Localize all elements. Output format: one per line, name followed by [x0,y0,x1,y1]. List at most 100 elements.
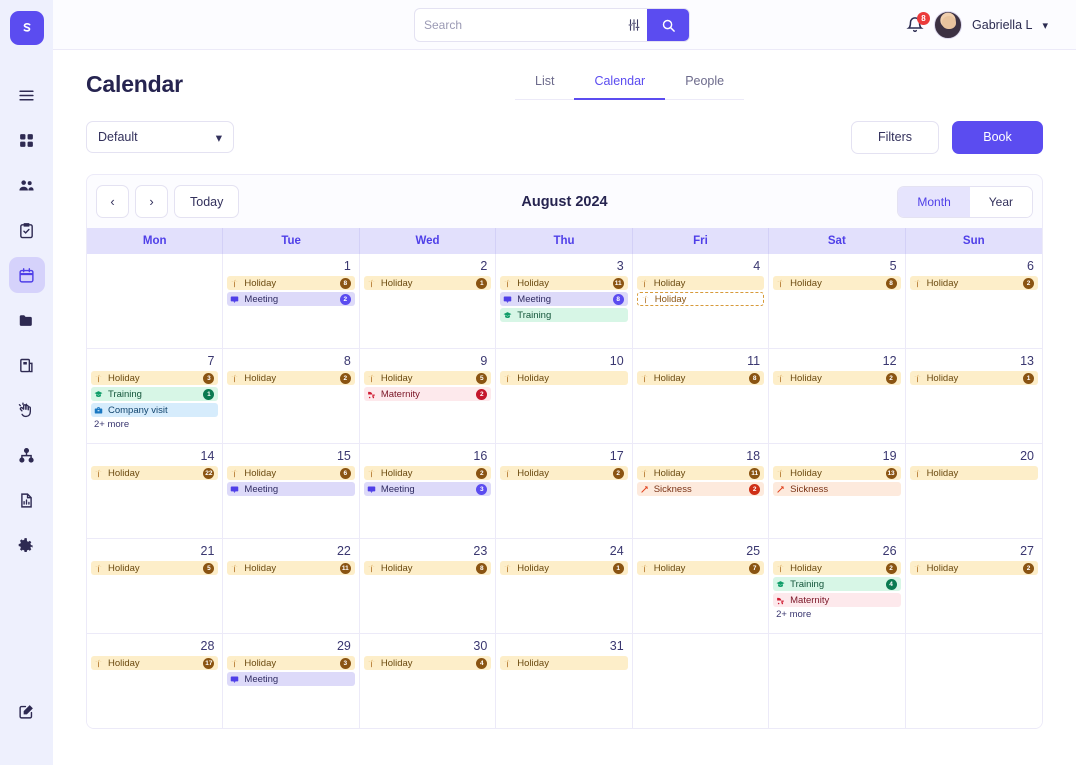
event-chip-holiday[interactable]: Holiday11 [637,466,764,480]
search-input[interactable] [415,9,621,41]
event-chip-holiday[interactable]: Holiday1 [500,561,627,575]
sidebar-item-tasks[interactable] [9,212,45,248]
more-events-link[interactable]: 2+ more [773,609,900,620]
event-chip-holiday[interactable]: Holiday1 [364,276,491,290]
sidebar-item-reports[interactable] [9,482,45,518]
event-chip-holiday[interactable]: Holiday4 [364,656,491,670]
event-chip-holiday[interactable]: Holiday11 [227,561,354,575]
event-chip-holiday[interactable]: Holiday [637,276,764,290]
calendar-day-cell[interactable]: 11Holiday8 [633,349,769,443]
event-chip-holiday[interactable]: Holiday11 [500,276,627,290]
calendar-day-cell[interactable]: 26Holiday2Training4Maternity2+ more [769,539,905,633]
today-button[interactable]: Today [174,185,239,218]
view-month-option[interactable]: Month [898,187,969,217]
event-chip-holiday[interactable]: Holiday7 [637,561,764,575]
event-chip-meeting[interactable]: Meeting [227,672,354,686]
event-chip-meeting[interactable]: Meeting8 [500,292,627,306]
event-chip-meeting[interactable]: Meeting2 [227,292,354,306]
event-chip-holiday[interactable]: Holiday2 [773,371,900,385]
sliders-icon[interactable] [621,9,647,41]
event-chip-training[interactable]: Training1 [91,387,218,401]
event-chip-holiday[interactable]: Holiday8 [773,276,900,290]
event-chip-holiday[interactable]: Holiday2 [910,276,1038,290]
book-button[interactable]: Book [952,121,1043,154]
event-chip-holiday[interactable]: Holiday3 [91,371,218,385]
calendar-day-cell[interactable]: 9Holiday5Maternity2 [360,349,496,443]
sidebar-item-files[interactable] [9,302,45,338]
calendar-day-cell[interactable]: 23Holiday8 [360,539,496,633]
calendar-day-cell[interactable]: 30Holiday4 [360,634,496,728]
calendar-day-cell[interactable]: 24Holiday1 [496,539,632,633]
calendar-day-cell[interactable]: 21Holiday5 [87,539,223,633]
calendar-day-cell[interactable]: 31Holiday [496,634,632,728]
event-chip-holiday[interactable]: Holiday2 [910,561,1038,575]
event-chip-holiday[interactable]: Holiday2 [364,466,491,480]
event-chip-holiday[interactable]: Holiday8 [227,276,354,290]
tab-calendar[interactable]: Calendar [574,66,665,100]
event-chip-holiday[interactable]: Holiday2 [500,466,627,480]
calendar-day-cell[interactable]: 3Holiday11Meeting8Training [496,254,632,348]
sidebar-item-recognition[interactable] [9,392,45,428]
avatar[interactable] [934,11,962,39]
event-chip-holiday[interactable]: Holiday [637,292,764,306]
sidebar-item-people[interactable] [9,167,45,203]
calendar-day-cell[interactable]: 4HolidayHoliday [633,254,769,348]
calendar-day-cell[interactable]: 5Holiday8 [769,254,905,348]
event-chip-holiday[interactable]: Holiday6 [227,466,354,480]
search-button[interactable] [647,9,689,41]
calendar-day-cell[interactable]: 7Holiday3Training1Company visit2+ more [87,349,223,443]
calendar-day-cell[interactable]: 25Holiday7 [633,539,769,633]
event-chip-holiday[interactable]: Holiday2 [773,561,900,575]
event-chip-holiday[interactable]: Holiday17 [91,656,218,670]
event-chip-holiday[interactable]: Holiday2 [227,371,354,385]
event-chip-holiday[interactable]: Holiday [910,466,1038,480]
next-month-button[interactable]: › [135,185,168,218]
calendar-day-cell[interactable]: 12Holiday2 [769,349,905,443]
event-chip-holiday[interactable]: Holiday8 [637,371,764,385]
calendar-day-cell[interactable]: 15Holiday6Meeting [223,444,359,538]
event-chip-meeting[interactable]: Meeting [227,482,354,496]
event-chip-training[interactable]: Training [500,308,627,322]
event-chip-holiday[interactable]: Holiday [500,656,627,670]
event-chip-sickness[interactable]: Sickness2 [637,482,764,496]
calendar-day-cell[interactable]: 16Holiday2Meeting3 [360,444,496,538]
event-chip-holiday[interactable]: Holiday8 [364,561,491,575]
event-chip-holiday[interactable]: Holiday22 [91,466,218,480]
sidebar-item-company[interactable] [9,347,45,383]
calendar-day-cell[interactable]: 18Holiday11Sickness2 [633,444,769,538]
tab-list[interactable]: List [515,66,574,100]
event-chip-training[interactable]: Training4 [773,577,900,591]
app-logo[interactable] [10,11,44,45]
event-chip-maternity[interactable]: Maternity [773,593,900,607]
calendar-day-cell[interactable]: 6Holiday2 [906,254,1042,348]
calendar-day-cell[interactable]: 14Holiday22 [87,444,223,538]
sidebar-item-org-chart[interactable] [9,437,45,473]
calendar-day-cell[interactable]: 17Holiday2 [496,444,632,538]
prev-month-button[interactable]: ‹ [96,185,129,218]
event-chip-holiday[interactable]: Holiday [500,371,627,385]
calendar-day-cell[interactable]: 13Holiday1 [906,349,1042,443]
event-chip-meeting[interactable]: Meeting3 [364,482,491,496]
event-chip-holiday[interactable]: Holiday13 [773,466,900,480]
chevron-down-icon[interactable]: ▾ [1042,19,1048,32]
view-select[interactable]: Default ▾ [86,121,234,153]
event-chip-holiday[interactable]: Holiday5 [364,371,491,385]
sidebar-item-dashboard[interactable] [9,122,45,158]
sidebar-item-calendar[interactable] [9,257,45,293]
notifications-button[interactable]: 8 [906,16,924,34]
calendar-day-cell[interactable]: 1Holiday8Meeting2 [223,254,359,348]
calendar-day-cell[interactable]: 27Holiday2 [906,539,1042,633]
calendar-day-cell[interactable]: 2Holiday1 [360,254,496,348]
sidebar-item-settings[interactable] [9,527,45,563]
tab-people[interactable]: People [665,66,744,100]
view-year-option[interactable]: Year [970,187,1032,217]
event-chip-sickness[interactable]: Sickness [773,482,900,496]
calendar-day-cell[interactable]: 20Holiday [906,444,1042,538]
more-events-link[interactable]: 2+ more [91,419,218,430]
event-chip-company[interactable]: Company visit [91,403,218,417]
calendar-day-cell[interactable]: 19Holiday13Sickness [769,444,905,538]
calendar-day-cell[interactable]: 8Holiday2 [223,349,359,443]
calendar-day-cell[interactable]: 22Holiday11 [223,539,359,633]
event-chip-holiday[interactable]: Holiday3 [227,656,354,670]
event-chip-maternity[interactable]: Maternity2 [364,387,491,401]
